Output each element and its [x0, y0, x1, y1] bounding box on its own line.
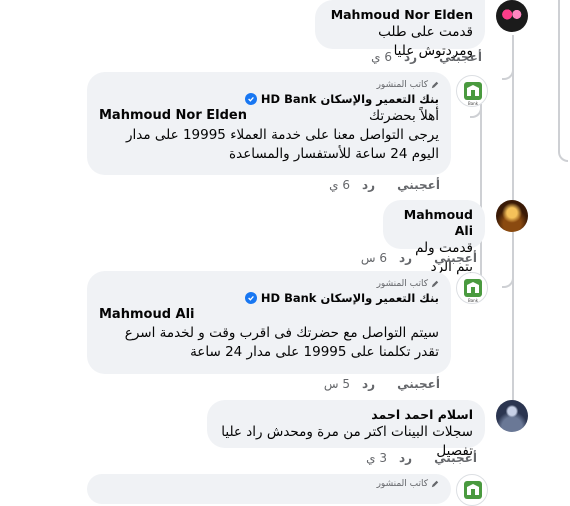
comment-bubble: اسلام احمد احمد سجلات البينات اكتر من مر…: [207, 400, 485, 459]
like-button[interactable]: أعجبني: [397, 377, 440, 391]
comment-actions: أعجبني رد 3 ي: [366, 451, 477, 465]
page-name-row: بنك التعمير والإسكان HD Bank: [99, 91, 439, 107]
thread-curve-right-top: [558, 0, 568, 162]
comment-bubble: Mahmoud Nor Elden قدمت على طلب ومردتوش ع…: [315, 0, 485, 59]
reply-text: يرجى التواصل معنا على خدمة العملاء 19995…: [126, 127, 439, 162]
reply-bubble: كاتب المنشور بنك التعمير والإسكان HD Ban…: [87, 271, 451, 374]
reply-actions: أعجبني رد 5 س: [324, 377, 440, 391]
reply-button[interactable]: رد: [399, 451, 412, 465]
thread-line-left: [480, 104, 482, 284]
comment-time[interactable]: 6 ي: [371, 50, 392, 64]
author-pen-icon: [431, 480, 439, 488]
like-button[interactable]: أعجبني: [397, 178, 440, 192]
thread-curve-1: [502, 40, 514, 80]
comment-actions: أعجبني رد 6 ي: [371, 50, 482, 64]
author-badge: كاتب المنشور: [99, 79, 439, 91]
mention-link[interactable]: Mahmoud Ali: [99, 306, 439, 324]
hd-bank-logo-icon: Bank: [464, 82, 482, 106]
mention-link[interactable]: Mahmoud Nor Elden: [99, 107, 247, 126]
author-badge-label: كاتب المنشور: [376, 80, 428, 90]
verified-badge-icon: [244, 292, 257, 304]
like-button[interactable]: أعجبني: [434, 451, 477, 465]
avatar-islam-ahmed[interactable]: [496, 400, 528, 432]
reply-actions: أعجبني رد 6 ي: [329, 178, 440, 192]
hd-bank-logo-icon: Bank: [464, 279, 482, 303]
page-name-row: بنك التعمير والإسكان HD Bank: [99, 290, 439, 306]
comment-time[interactable]: 3 ي: [366, 451, 387, 465]
verified-badge-icon: [244, 93, 257, 105]
author-pen-icon: [431, 81, 439, 89]
page-name[interactable]: بنك التعمير والإسكان HD Bank: [261, 91, 439, 107]
comment-author[interactable]: اسلام احمد احمد: [219, 407, 473, 423]
svg-text:Bank: Bank: [468, 298, 479, 303]
like-button[interactable]: أعجبني: [439, 50, 482, 64]
comment-author[interactable]: Mahmoud Nor Elden: [327, 7, 473, 23]
reply-bubble: كاتب المنشور بنك التعمير والإسكان HD Ban…: [87, 72, 451, 175]
comment-time[interactable]: 5 س: [324, 377, 350, 391]
avatar-mahmoud-ali[interactable]: [496, 200, 528, 232]
comment-actions: أعجبني رد 6 س: [361, 251, 477, 265]
reply-button[interactable]: رد: [399, 251, 412, 265]
svg-text:Bank: Bank: [468, 101, 479, 106]
comment-bubble: Mahmoud Ali قدمت ولم يتم الرد: [383, 200, 485, 275]
greeting-text: أهلاً بحضرتك: [369, 108, 439, 124]
author-badge: كاتب المنشور: [99, 478, 439, 490]
comment-author[interactable]: Mahmoud Ali: [395, 207, 473, 239]
avatar-mahmoud-nor-elden[interactable]: [496, 0, 528, 32]
avatar-hd-bank[interactable]: [456, 474, 488, 506]
author-pen-icon: [431, 280, 439, 288]
reply-button[interactable]: رد: [362, 377, 375, 391]
author-badge-label: كاتب المنشور: [376, 279, 428, 289]
reply-button[interactable]: رد: [362, 178, 375, 192]
reply-text: سيتم التواصل مع حضرتك فى اقرب وقت و لخدم…: [124, 325, 439, 360]
comment-time[interactable]: 6 ي: [329, 178, 350, 192]
author-badge-label: كاتب المنشور: [376, 479, 428, 489]
author-badge: كاتب المنشور: [99, 278, 439, 290]
avatar-hd-bank[interactable]: Bank: [456, 75, 488, 107]
reply-button[interactable]: رد: [404, 50, 417, 64]
comment-time[interactable]: 6 س: [361, 251, 387, 265]
hd-bank-logo-icon: [464, 481, 482, 499]
thread-curve-2: [502, 224, 514, 288]
like-button[interactable]: أعجبني: [434, 251, 477, 265]
page-name[interactable]: بنك التعمير والإسكان HD Bank: [261, 290, 439, 306]
avatar-hd-bank[interactable]: Bank: [456, 272, 488, 304]
reply-bubble-partial: كاتب المنشور: [87, 474, 451, 504]
